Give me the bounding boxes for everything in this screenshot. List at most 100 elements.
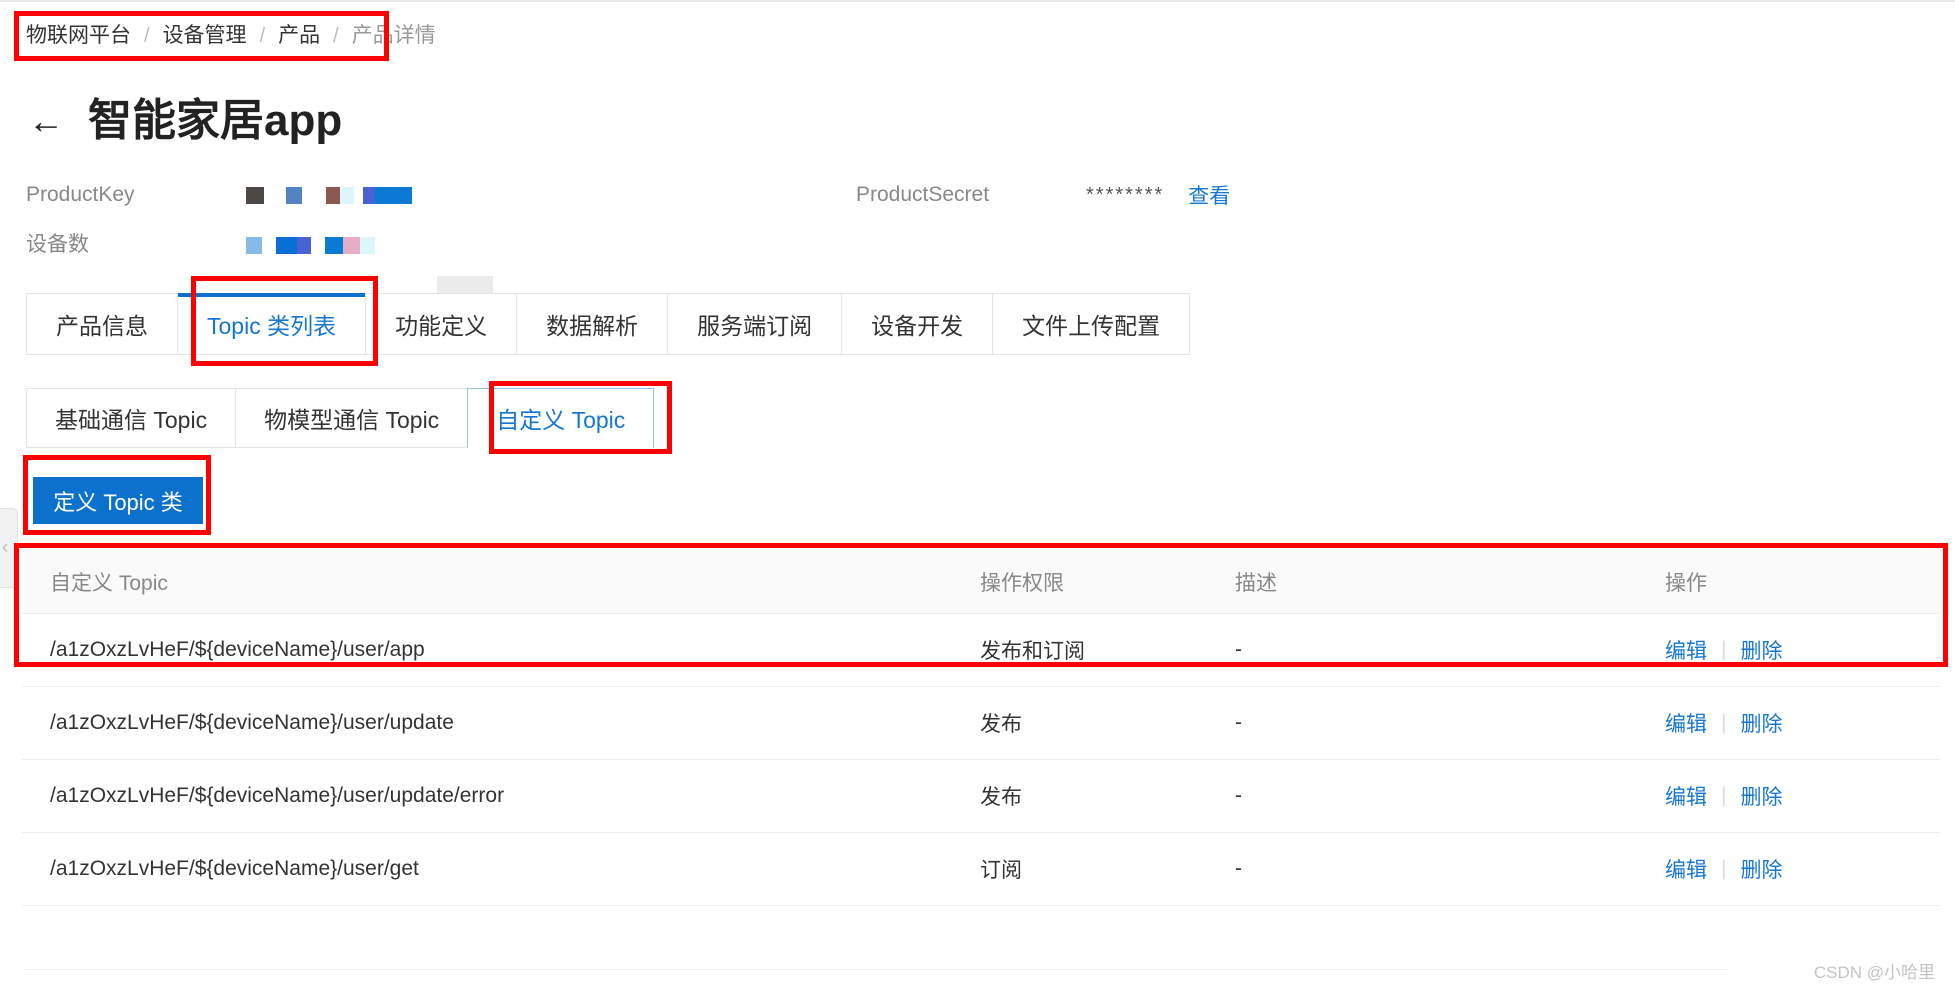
row-actions: 编辑 | 删除 <box>1665 708 1940 738</box>
column-header-operation: 操作 <box>1637 551 1940 614</box>
back-arrow-icon[interactable]: ← <box>26 101 66 141</box>
cell-permission: 发布 <box>952 759 1207 833</box>
tab-overflow-chip <box>437 276 493 294</box>
breadcrumb: 物联网平台 / 设备管理 / 产品 / 产品详情 <box>26 22 436 50</box>
product-tab-bar: 产品信息 Topic 类列表 功能定义 数据解析 服务端订阅 设备开发 文件上传配置 <box>26 293 1191 355</box>
column-header-topic: 自定义 Topic <box>22 551 952 614</box>
top-divider <box>0 0 1955 2</box>
edit-link[interactable]: 编辑 <box>1665 854 1707 884</box>
redaction-block <box>262 236 276 254</box>
delete-link[interactable]: 删除 <box>1740 708 1782 738</box>
page-header: ← 智能家居app <box>26 95 342 147</box>
device-count-label: 设备数 <box>26 233 89 256</box>
watermark: CSDN @小哈里 <box>1813 963 1935 982</box>
tab-0[interactable]: 产品信息 <box>27 294 178 354</box>
product-secret-masked: ******** <box>1086 183 1165 206</box>
tab-3[interactable]: 数据解析 <box>517 294 669 354</box>
custom-topic-table: 自定义 Topic 操作权限 描述 操作 /a1zOxzLvHeF/${devi… <box>22 551 1940 906</box>
breadcrumb-separator: / <box>259 25 266 47</box>
redaction-block <box>343 236 360 254</box>
cell-topic: /a1zOxzLvHeF/${deviceName}/user/app <box>22 613 952 687</box>
cell-topic: /a1zOxzLvHeF/${deviceName}/user/get <box>22 832 952 906</box>
device-count-value <box>246 230 536 260</box>
product-meta: ProductKey ProductSecret ******** 查看 设备数 <box>26 180 1526 280</box>
device-count-redaction <box>246 232 375 258</box>
row-actions: 编辑 | 删除 <box>1665 635 1940 665</box>
delete-link[interactable]: 删除 <box>1740 781 1782 811</box>
product-key-redaction <box>246 182 412 208</box>
delete-link[interactable]: 删除 <box>1740 854 1782 884</box>
redaction-block <box>325 236 343 254</box>
tab-6[interactable]: 文件上传配置 <box>993 294 1190 354</box>
tab-5[interactable]: 设备开发 <box>842 294 994 354</box>
cell-description: - <box>1207 832 1637 906</box>
breadcrumb-item-product[interactable]: 产品 <box>278 22 320 50</box>
redaction-block <box>276 236 297 254</box>
breadcrumb-separator: / <box>144 25 150 47</box>
bottom-divider <box>26 969 1726 970</box>
cell-operation: 编辑 | 删除 <box>1637 832 1940 906</box>
sidebar-collapse-handle[interactable]: ‹ <box>0 508 18 588</box>
redaction-block <box>246 186 264 204</box>
product-key-value <box>246 180 536 210</box>
column-header-description: 描述 <box>1207 551 1637 614</box>
redaction-block <box>354 186 363 204</box>
cell-permission: 发布 <box>952 686 1207 760</box>
subtab-2[interactable]: 自定义 Topic <box>467 388 655 448</box>
table-row: /a1zOxzLvHeF/${deviceName}/user/update 发布… <box>22 686 1940 760</box>
redaction-block <box>326 186 340 204</box>
cell-description: - <box>1207 613 1637 687</box>
column-header-permission: 操作权限 <box>952 551 1207 614</box>
cell-topic: /a1zOxzLvHeF/${deviceName}/user/update <box>22 686 952 760</box>
redaction-block <box>286 186 302 204</box>
table-row: /a1zOxzLvHeF/${deviceName}/user/get 订阅 - 编辑… <box>22 832 1940 906</box>
tab-1[interactable]: Topic 类列表 <box>178 293 367 354</box>
cell-description: - <box>1207 759 1637 833</box>
cell-operation: 编辑 | 删除 <box>1637 613 1940 687</box>
chevron-left-icon: ‹ <box>1 537 9 558</box>
view-secret-link[interactable]: 查看 <box>1188 180 1230 210</box>
topic-subtab-bar: 基础通信 Topic 物模型通信 Topic 自定义 Topic <box>26 388 655 448</box>
cell-permission: 发布和订阅 <box>952 613 1207 687</box>
product-secret-label: ProductSecret <box>856 183 990 206</box>
breadcrumb-item-iot-platform[interactable]: 物联网平台 <box>26 22 131 50</box>
table-body: /a1zOxzLvHeF/${deviceName}/user/app 发布和订阅… <box>22 613 1940 906</box>
edit-link[interactable]: 编辑 <box>1665 635 1707 665</box>
redaction-block <box>246 236 262 254</box>
redaction-block <box>302 186 326 204</box>
cell-operation: 编辑 | 删除 <box>1637 759 1940 833</box>
breadcrumb-item-device-management[interactable]: 设备管理 <box>163 22 247 50</box>
define-topic-button[interactable]: 定义 Topic 类 <box>33 477 203 524</box>
redaction-block <box>360 236 375 254</box>
subtab-0[interactable]: 基础通信 Topic <box>26 388 236 448</box>
table-row: /a1zOxzLvHeF/${deviceName}/user/update/e… <box>22 759 1940 833</box>
meta-row-device-count: 设备数 <box>26 230 1526 280</box>
row-actions: 编辑 | 删除 <box>1665 854 1940 884</box>
redaction-block <box>311 236 325 254</box>
action-divider: | <box>1721 783 1727 807</box>
redaction-block <box>375 186 412 204</box>
redaction-block <box>340 186 354 204</box>
table-row: /a1zOxzLvHeF/${deviceName}/user/app 发布和订阅… <box>22 613 1940 687</box>
redaction-block <box>363 186 375 204</box>
edit-link[interactable]: 编辑 <box>1665 708 1707 738</box>
action-divider: | <box>1721 637 1727 661</box>
breadcrumb-separator: / <box>333 25 339 47</box>
redaction-block <box>264 186 286 204</box>
tab-4[interactable]: 服务端订阅 <box>668 294 843 354</box>
table-head: 自定义 Topic 操作权限 描述 操作 <box>22 551 1940 614</box>
breadcrumb-item-product-detail: 产品详情 <box>351 24 436 47</box>
action-divider: | <box>1721 710 1727 734</box>
cell-permission: 订阅 <box>952 832 1207 906</box>
edit-link[interactable]: 编辑 <box>1665 781 1707 811</box>
cell-topic: /a1zOxzLvHeF/${deviceName}/user/update/e… <box>22 759 952 833</box>
row-actions: 编辑 | 删除 <box>1665 781 1940 811</box>
action-divider: | <box>1721 856 1727 880</box>
cell-description: - <box>1207 686 1637 760</box>
subtab-1[interactable]: 物模型通信 Topic <box>235 388 468 448</box>
tab-2[interactable]: 功能定义 <box>366 294 518 354</box>
delete-link[interactable]: 删除 <box>1740 635 1782 665</box>
custom-topic-table-wrapper: 自定义 Topic 操作权限 描述 操作 /a1zOxzLvHeF/${devi… <box>22 551 1940 906</box>
product-secret-value: ******** 查看 <box>1086 180 1376 210</box>
table-header-row: 自定义 Topic 操作权限 描述 操作 <box>22 551 1940 614</box>
